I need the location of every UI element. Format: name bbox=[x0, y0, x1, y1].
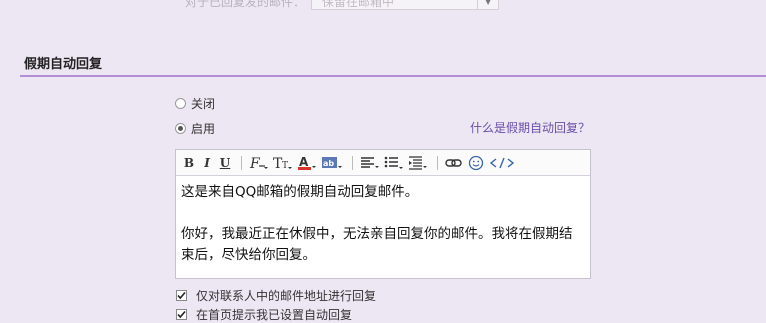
editor-line: 你好，我最近正在休假中，无法亲自回复你的邮件。我将在假期结 bbox=[181, 226, 573, 242]
code-icon bbox=[489, 157, 515, 168]
editor-toolbar: B I U F TT A ab bbox=[176, 150, 590, 176]
insert-link-button[interactable] bbox=[445, 153, 463, 173]
editor-line: 这是来自QQ邮箱的假期自动回复邮件。 bbox=[181, 184, 419, 200]
font-color-icon: A bbox=[298, 155, 316, 170]
checkmark-icon bbox=[177, 310, 186, 319]
smiley-icon bbox=[468, 155, 484, 170]
radio-on-label: 启用 bbox=[191, 122, 216, 136]
indent-button[interactable] bbox=[408, 153, 428, 173]
contacts-only-checkbox[interactable] bbox=[176, 290, 187, 301]
toolbar-divider bbox=[352, 155, 353, 170]
emoji-button[interactable] bbox=[467, 153, 485, 173]
radio-off[interactable] bbox=[175, 98, 186, 109]
highlight-button[interactable]: ab bbox=[321, 153, 343, 173]
editor-blank-line bbox=[181, 203, 585, 224]
checkmark-icon bbox=[177, 291, 186, 300]
section-title: 假期自动回复 bbox=[24, 57, 103, 72]
reply-handling-label: 对于已回复发的邮件： bbox=[185, 0, 306, 9]
highlight-icon: ab bbox=[322, 156, 342, 168]
homepage-notice-label: 在首页提示我已设置自动回复 bbox=[196, 308, 353, 322]
editor-line: 束后，尽快给你回复。 bbox=[181, 247, 316, 263]
radio-on-option[interactable]: 启用 bbox=[175, 120, 215, 137]
svg-text:ab: ab bbox=[323, 159, 334, 168]
italic-button[interactable]: I bbox=[200, 153, 214, 173]
align-button[interactable] bbox=[360, 153, 380, 173]
reply-handling-row: 对于已回复发的邮件： 保留在邮箱中 ▼ bbox=[185, 0, 500, 10]
font-family-button[interactable]: F bbox=[249, 153, 269, 173]
radio-on[interactable] bbox=[175, 123, 186, 134]
chevron-down-icon[interactable]: ▼ bbox=[477, 0, 498, 9]
source-code-button[interactable] bbox=[489, 153, 515, 173]
svg-text:T: T bbox=[282, 161, 288, 171]
font-family-icon: F bbox=[249, 156, 268, 171]
font-size-button[interactable]: TT bbox=[273, 153, 293, 173]
help-link[interactable]: 什么是假期自动回复？ bbox=[470, 119, 590, 136]
bullet-list-button[interactable] bbox=[384, 153, 404, 173]
reply-handling-select[interactable]: 保留在邮箱中 ▼ bbox=[311, 0, 500, 10]
toolbar-divider bbox=[241, 155, 242, 170]
contacts-only-label: 仅对联系人中的邮件地址进行回复 bbox=[196, 289, 377, 303]
radio-off-option[interactable]: 关闭 bbox=[175, 95, 215, 112]
align-left-icon bbox=[361, 156, 379, 168]
font-color-button[interactable]: A bbox=[297, 153, 317, 173]
svg-text:F: F bbox=[249, 156, 261, 171]
indent-icon bbox=[409, 155, 427, 170]
reply-handling-select-value: 保留在邮箱中 bbox=[322, 0, 395, 9]
bullet-list-icon bbox=[384, 156, 403, 169]
bold-button[interactable]: B bbox=[182, 153, 196, 173]
underline-button[interactable]: U bbox=[218, 153, 232, 173]
contacts-only-option[interactable]: 仅对联系人中的邮件地址进行回复 bbox=[176, 287, 376, 304]
homepage-notice-option[interactable]: 在首页提示我已设置自动回复 bbox=[176, 306, 352, 323]
svg-text:A: A bbox=[299, 155, 309, 169]
editor-content[interactable]: 这是来自QQ邮箱的假期自动回复邮件。 你好，我最近正在休假中，无法亲自回复你的邮… bbox=[176, 176, 590, 272]
auto-reply-editor[interactable]: B I U F TT A ab 这是来自QQ邮箱的假期自动回复邮件。 你好，我最… bbox=[175, 149, 591, 279]
link-icon bbox=[445, 158, 462, 167]
radio-off-label: 关闭 bbox=[191, 97, 216, 111]
font-size-icon: TT bbox=[273, 156, 292, 171]
homepage-notice-checkbox[interactable] bbox=[176, 309, 187, 320]
section-divider bbox=[20, 75, 766, 77]
toolbar-divider bbox=[437, 155, 438, 170]
